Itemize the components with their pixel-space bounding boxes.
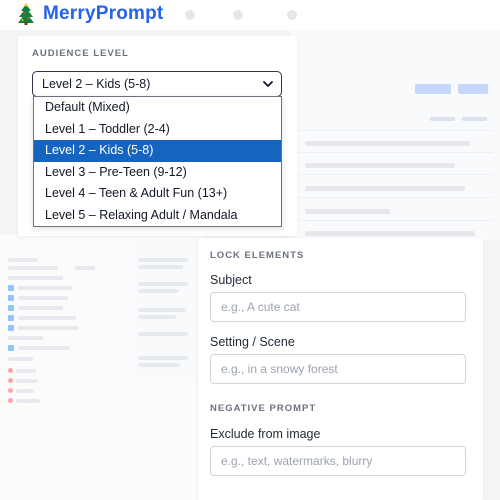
audience-level-selected-value: Level 2 – Kids (5-8): [42, 77, 151, 91]
background-text: [462, 117, 487, 121]
background-text: [138, 332, 188, 336]
audience-option[interactable]: Default (Mixed): [34, 97, 281, 119]
background-row: [305, 209, 390, 214]
background-text: [8, 357, 33, 361]
audience-option[interactable]: Level 1 – Toddler (2-4): [34, 119, 281, 141]
background-button: [458, 84, 488, 94]
background-divider: [298, 130, 493, 131]
header-nav-icon[interactable]: [185, 10, 195, 20]
background-text: [18, 306, 63, 310]
background-row: [305, 231, 475, 236]
background-checkbox: [8, 295, 14, 301]
app-name: MerryPrompt: [43, 3, 164, 24]
background-dot: [8, 388, 13, 393]
subject-input[interactable]: [210, 292, 466, 322]
background-text: [138, 289, 178, 293]
header-nav-icon[interactable]: [287, 10, 297, 20]
setting-input[interactable]: [210, 354, 466, 384]
negative-prompt-heading: NEGATIVE PROMPT: [210, 403, 317, 414]
background-text: [18, 286, 73, 290]
background-row: [305, 163, 455, 168]
background-text: [18, 316, 76, 320]
background-text: [138, 356, 188, 360]
background-text: [138, 315, 176, 319]
background-text: [75, 266, 95, 270]
background-text: [16, 399, 40, 403]
background-text: [8, 336, 43, 340]
background-checkbox: [8, 345, 14, 351]
app-header: MerryPrompt: [0, 0, 500, 30]
background-text: [8, 266, 58, 270]
audience-option-selected[interactable]: Level 2 – Kids (5-8): [34, 140, 281, 162]
background-text: [138, 258, 188, 262]
background-text: [16, 379, 38, 383]
background-text: [18, 326, 78, 330]
background-text: [8, 276, 63, 280]
background-checkbox: [8, 325, 14, 331]
background-divider: [298, 220, 493, 221]
audience-level-dropdown: Default (Mixed) Level 1 – Toddler (2-4) …: [33, 96, 282, 227]
lock-elements-heading: LOCK ELEMENTS: [210, 250, 305, 261]
subject-label: Subject: [210, 273, 252, 287]
tree-icon: [18, 3, 34, 25]
background-text: [18, 346, 70, 350]
audience-option[interactable]: Level 4 – Teen & Adult Fun (13+): [34, 183, 281, 205]
background-divider: [298, 152, 493, 153]
background-checkbox: [8, 305, 14, 311]
background-text: [16, 369, 36, 373]
background-text: [138, 308, 186, 312]
audience-option[interactable]: Level 5 – Relaxing Adult / Mandala: [34, 205, 281, 227]
background-checkbox: [8, 315, 14, 321]
background-text: [8, 258, 38, 262]
background-text: [16, 389, 34, 393]
background-row: [305, 141, 470, 146]
app-logo[interactable]: MerryPrompt: [15, 3, 163, 25]
exclude-input[interactable]: [210, 446, 466, 476]
background-dot: [8, 368, 13, 373]
background-text: [138, 265, 183, 269]
background-button: [415, 84, 451, 94]
background-divider: [298, 197, 493, 198]
background-text: [18, 296, 68, 300]
background-checkbox: [8, 285, 14, 291]
background-text: [138, 363, 180, 367]
audience-level-heading: AUDIENCE LEVEL: [32, 48, 129, 59]
background-row: [305, 186, 465, 191]
app-window: MerryPrompt AUDIENCE LEVEL Level 2 – Kid…: [0, 0, 500, 500]
audience-option[interactable]: Level 3 – Pre-Teen (9-12): [34, 162, 281, 184]
header-nav-icon[interactable]: [233, 10, 243, 20]
exclude-label: Exclude from image: [210, 427, 321, 441]
background-dot: [8, 378, 13, 383]
background-dot: [8, 398, 13, 403]
background-divider: [298, 174, 493, 175]
chevron-down-icon: [263, 81, 273, 87]
background-text: [138, 282, 188, 286]
background-text: [430, 117, 455, 121]
setting-label: Setting / Scene: [210, 335, 295, 349]
audience-level-select[interactable]: Level 2 – Kids (5-8): [32, 71, 282, 97]
